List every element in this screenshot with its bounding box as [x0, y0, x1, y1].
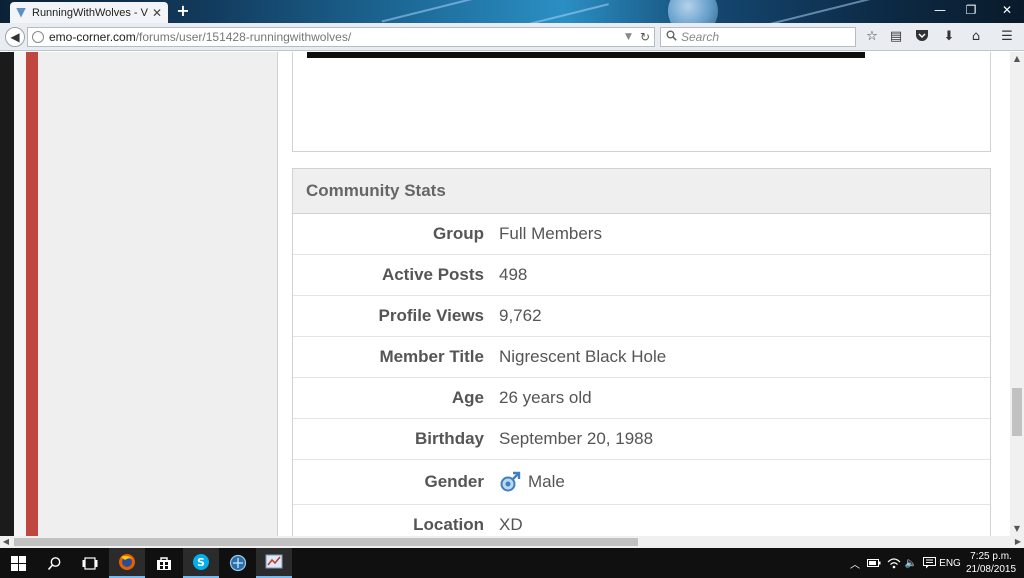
- profile-sidebar: [38, 52, 278, 536]
- bookmark-star-icon[interactable]: ☆: [864, 29, 880, 45]
- search-bar[interactable]: [660, 27, 856, 47]
- stat-label: Group: [433, 224, 484, 243]
- input-language[interactable]: ENG: [938, 548, 962, 578]
- battery-icon[interactable]: [864, 548, 884, 578]
- download-icon[interactable]: ⬇: [941, 29, 957, 45]
- clock-time: 7:25 p.m.: [970, 551, 1012, 562]
- background-decoration: [761, 0, 899, 23]
- search-input[interactable]: [681, 30, 841, 44]
- notification-icon[interactable]: [920, 548, 938, 578]
- skype-icon[interactable]: S: [183, 548, 219, 578]
- clock-date: 21/08/2015: [965, 564, 1017, 575]
- scroll-down-icon[interactable]: ▼: [1010, 522, 1024, 536]
- community-stats-panel: Community Stats Group Full Members Activ…: [292, 168, 991, 536]
- background-decoration: [381, 0, 499, 23]
- tab-title: RunningWithWolves - Vie...: [32, 6, 148, 19]
- minimize-icon[interactable]: —: [932, 3, 948, 17]
- windows-taskbar: S ︿ 🔈 ENG 7:25 p.m. 21/08/2015: [0, 548, 1024, 578]
- stat-row-gender: Gender Male: [293, 460, 990, 505]
- horizontal-scroll-thumb[interactable]: [14, 538, 638, 546]
- stat-row-location: Location XD: [293, 505, 990, 536]
- stat-value: 9,762: [499, 306, 542, 325]
- stat-row-member-title: Member Title Nigrescent Black Hole: [293, 337, 990, 378]
- store-icon[interactable]: [146, 548, 182, 578]
- stat-label: Birthday: [415, 429, 484, 448]
- stat-value: 498: [499, 265, 528, 284]
- restore-icon[interactable]: ❐: [963, 3, 979, 17]
- navigation-toolbar: ◀ emo-corner.com/forums/user/151428-runn…: [0, 23, 1024, 51]
- task-view-icon[interactable]: [72, 548, 108, 578]
- community-stats-title: Community Stats: [306, 181, 446, 200]
- stat-label: Member Title: [379, 347, 484, 366]
- web-page: Community Stats Group Full Members Activ…: [0, 52, 1024, 536]
- window-close-icon[interactable]: ✕: [999, 3, 1015, 17]
- app-icon-2[interactable]: [256, 548, 292, 578]
- stat-value: Nigrescent Black Hole: [499, 347, 667, 366]
- gender-text: Male: [528, 472, 565, 491]
- page-left-gap: [14, 52, 26, 536]
- background-decoration: [521, 3, 609, 23]
- stat-label: Gender: [424, 472, 484, 491]
- search-icon: [666, 30, 677, 44]
- vertical-scroll-thumb[interactable]: [1012, 388, 1022, 436]
- stat-value: September 20, 1988: [499, 429, 654, 448]
- stat-label: Profile Views: [378, 306, 484, 325]
- stat-row-group: Group Full Members: [293, 214, 990, 255]
- new-tab-button[interactable]: +: [174, 2, 192, 20]
- vertical-scrollbar[interactable]: ▲ ▼: [1010, 52, 1024, 536]
- stat-label: Location: [413, 515, 484, 534]
- scroll-up-icon[interactable]: ▲: [1010, 52, 1024, 66]
- male-gender-icon: [499, 471, 521, 493]
- page-left-border: [0, 52, 14, 536]
- url-domain: emo-corner.com: [49, 30, 136, 44]
- svg-text:S: S: [197, 556, 205, 569]
- scroll-left-icon[interactable]: ◀: [0, 536, 12, 548]
- stat-value: XD: [499, 515, 523, 534]
- back-icon: ◀: [10, 30, 20, 44]
- stat-label: Active Posts: [381, 265, 484, 284]
- site-favicon-icon: [16, 7, 26, 18]
- scroll-right-icon[interactable]: ▶: [1012, 536, 1024, 548]
- stat-label: Age: [451, 388, 484, 407]
- reading-list-icon[interactable]: ▤: [888, 29, 904, 45]
- home-icon[interactable]: ⌂: [968, 29, 984, 45]
- system-clock[interactable]: 7:25 p.m. 21/08/2015: [960, 550, 1022, 576]
- app-icon[interactable]: [220, 548, 256, 578]
- browser-tab[interactable]: RunningWithWolves - Vie... ✕: [10, 2, 168, 23]
- stat-row-birthday: Birthday September 20, 1988: [293, 419, 990, 460]
- tab-close-icon[interactable]: ✕: [152, 7, 162, 19]
- pocket-icon[interactable]: [914, 29, 930, 45]
- windows-start-icon[interactable]: [0, 548, 36, 578]
- wifi-icon[interactable]: [884, 548, 904, 578]
- community-stats-header: Community Stats: [293, 169, 990, 214]
- firefox-icon[interactable]: [109, 548, 145, 578]
- tab-strip: RunningWithWolves - Vie... ✕ + — ❐ ✕: [0, 0, 1024, 23]
- content-banner-strip: [307, 52, 865, 58]
- url-path: /forums/user/151428-runningwithwolves/: [135, 30, 352, 44]
- reload-icon[interactable]: ↻: [640, 30, 650, 44]
- history-dropdown-icon[interactable]: ▼: [625, 32, 632, 42]
- search-icon[interactable]: [36, 548, 72, 578]
- stat-value: Full Members: [499, 224, 602, 243]
- back-button[interactable]: ◀: [5, 27, 25, 47]
- chevron-up-icon[interactable]: ︿: [846, 548, 864, 578]
- stat-row-active-posts: Active Posts 498: [293, 255, 990, 296]
- horizontal-scrollbar[interactable]: ◀ ▶: [0, 536, 1024, 548]
- url-text[interactable]: emo-corner.com/forums/user/151428-runnin…: [49, 30, 625, 44]
- menu-icon[interactable]: ☰: [999, 29, 1015, 45]
- volume-icon[interactable]: 🔈: [902, 548, 920, 578]
- stat-row-profile-views: Profile Views 9,762: [293, 296, 990, 337]
- profile-content-box: [292, 52, 991, 152]
- theme-moon-decoration: [668, 0, 718, 23]
- site-identity-icon[interactable]: [32, 31, 44, 43]
- address-bar[interactable]: emo-corner.com/forums/user/151428-runnin…: [27, 27, 655, 47]
- stat-value: 26 years old: [499, 388, 592, 407]
- stat-row-age: Age 26 years old: [293, 378, 990, 419]
- stat-value-gender: Male: [499, 471, 565, 493]
- sidebar-accent-bar: [26, 52, 38, 536]
